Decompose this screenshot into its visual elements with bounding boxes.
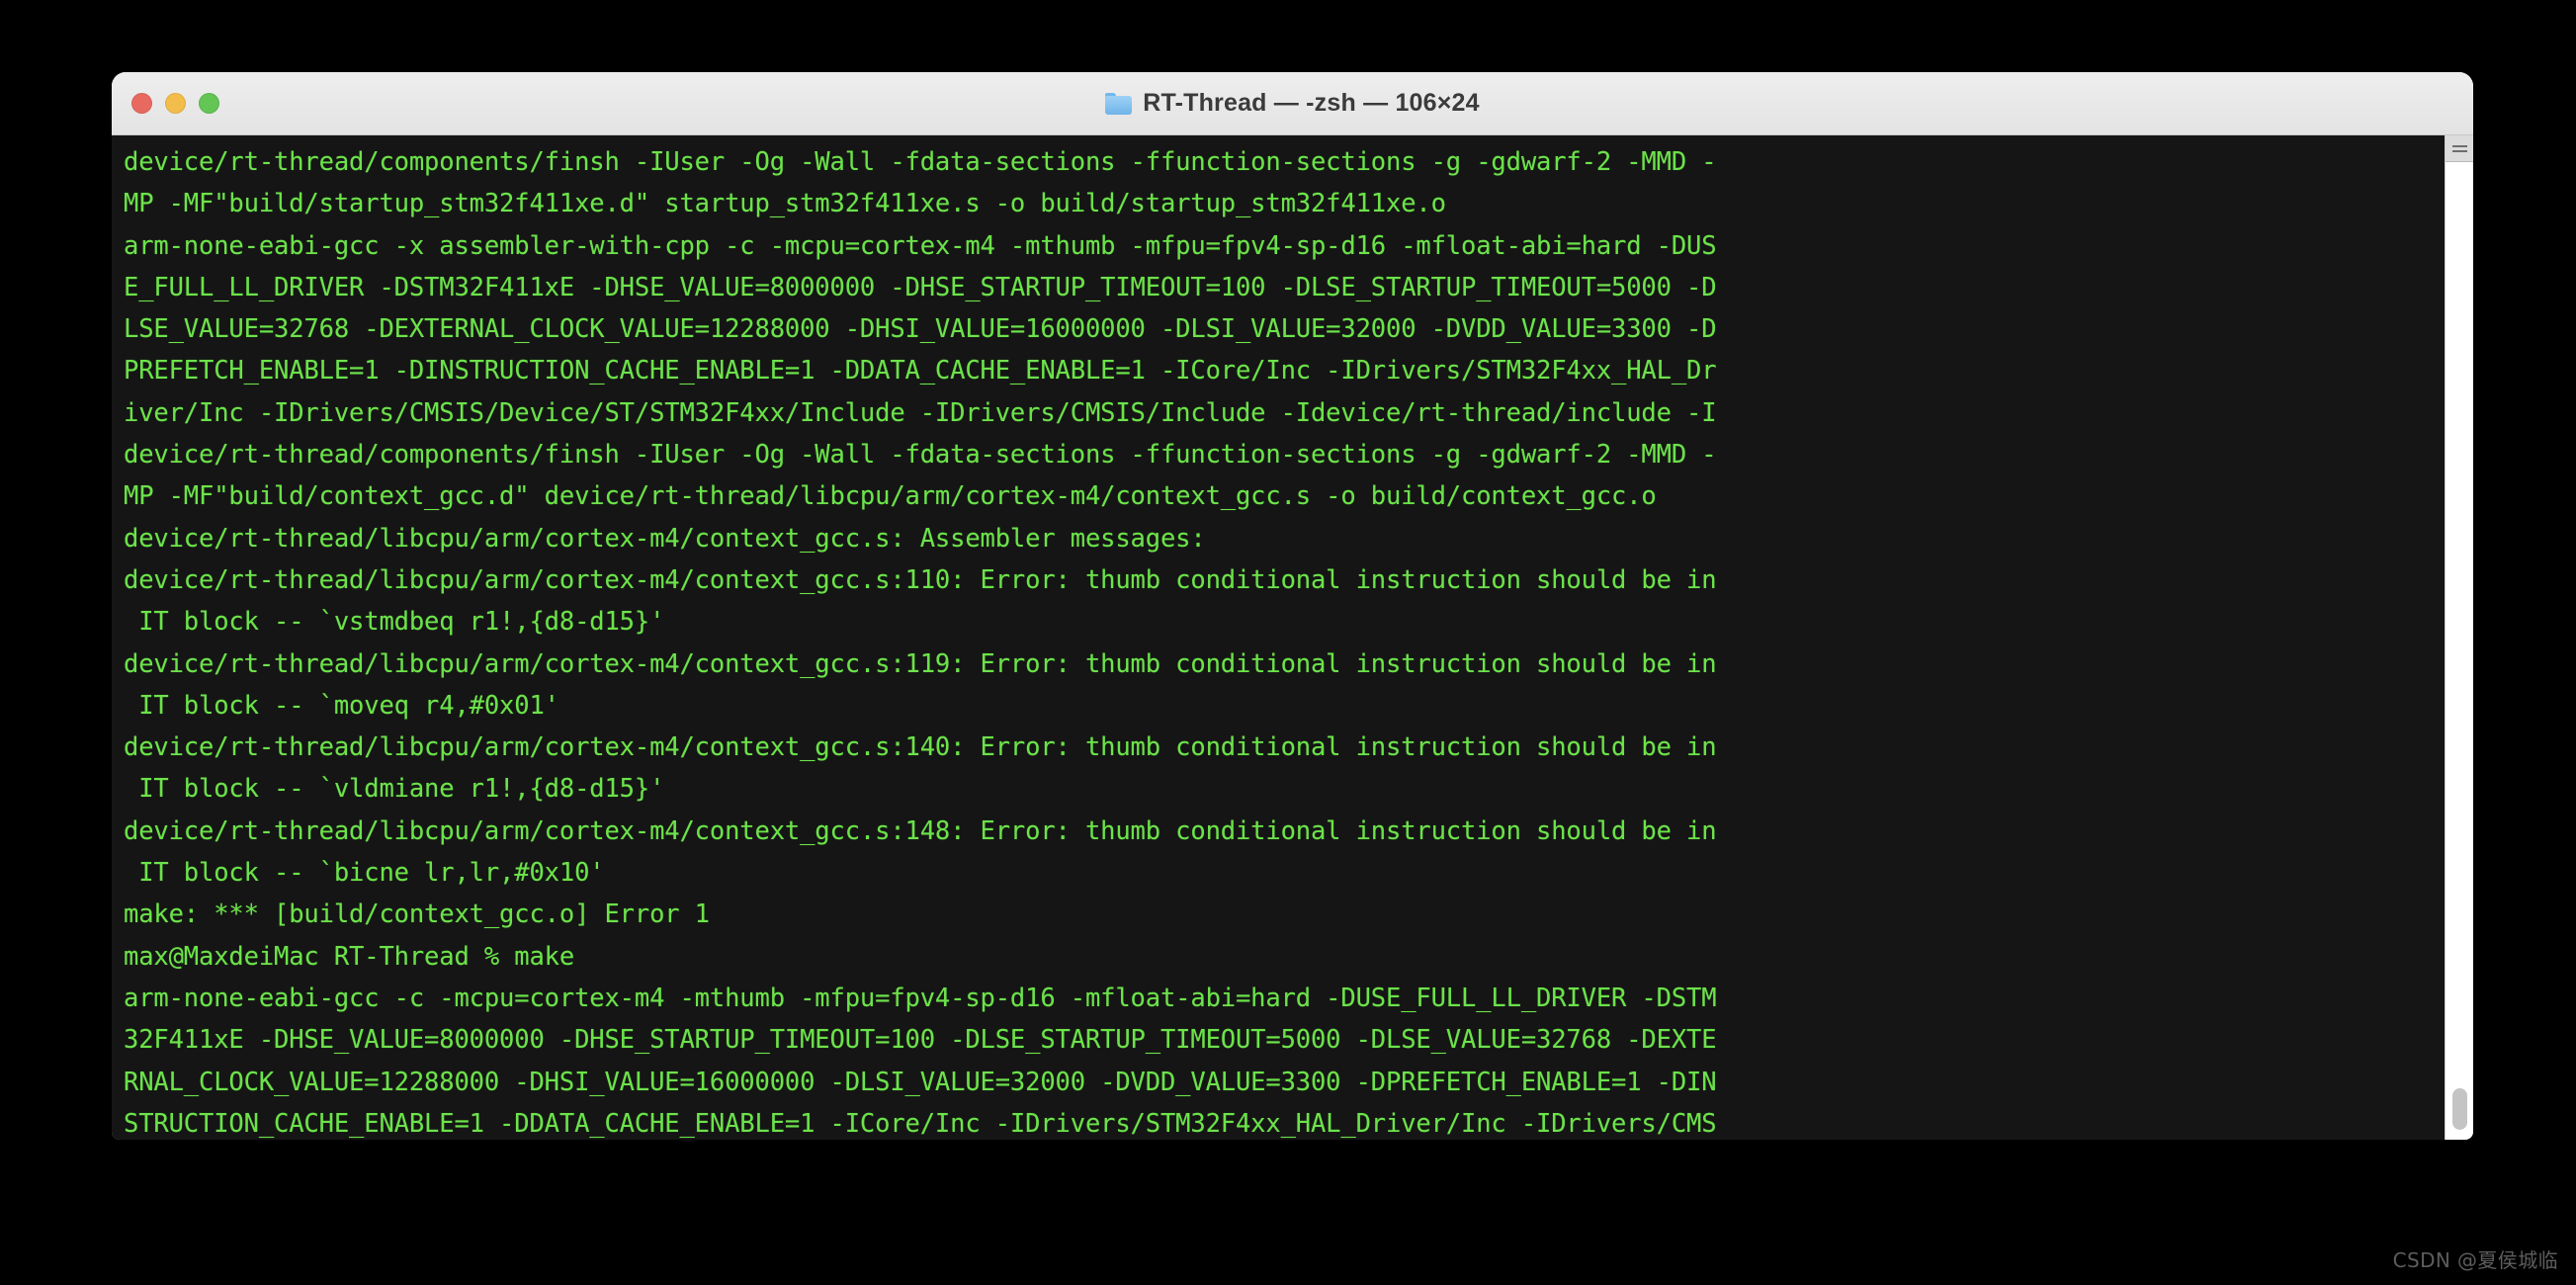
terminal-line: iver/Inc -IDrivers/CMSIS/Device/ST/STM32… bbox=[124, 397, 1717, 428]
terminal-line: IT block -- `moveq r4,#0x01' bbox=[124, 690, 559, 721]
scrollbar-thumb[interactable] bbox=[2452, 1088, 2467, 1130]
terminal-line: IT block -- `vldmiane r1!,{d8-d15}' bbox=[124, 774, 665, 805]
terminal-line: make: *** [build/context_gcc.o] Error 1 bbox=[124, 900, 710, 930]
terminal-line: IT block -- `bicne lr,lr,#0x10' bbox=[124, 858, 605, 889]
terminal-scrollbar[interactable] bbox=[2445, 135, 2473, 1140]
terminal-line: RNAL_CLOCK_VALUE=12288000 -DHSI_VALUE=16… bbox=[124, 1067, 1717, 1097]
terminal-line: device/rt-thread/libcpu/arm/cortex-m4/co… bbox=[124, 564, 1717, 595]
terminal-line: MP -MF"build/context_gcc.d" device/rt-th… bbox=[124, 481, 1657, 512]
terminal-line: device/rt-thread/libcpu/arm/cortex-m4/co… bbox=[124, 732, 1717, 763]
terminal-window[interactable]: RT-Thread — -zsh — 106×24 device/rt-thre… bbox=[112, 72, 2473, 1140]
maximize-window-button[interactable] bbox=[199, 93, 219, 114]
terminal-line: device/rt-thread/libcpu/arm/cortex-m4/co… bbox=[124, 815, 1717, 846]
window-controls bbox=[131, 72, 219, 134]
terminal-line: IT block -- `vstmdbeq r1!,{d8-d15}' bbox=[124, 607, 665, 638]
resize-grip-icon[interactable] bbox=[2446, 135, 2473, 162]
terminal-line: PREFETCH_ENABLE=1 -DINSTRUCTION_CACHE_EN… bbox=[124, 356, 1717, 386]
terminal-line: arm-none-eabi-gcc -c -mcpu=cortex-m4 -mt… bbox=[124, 983, 1717, 1013]
terminal-line: device/rt-thread/components/finsh -IUser… bbox=[124, 440, 1717, 471]
close-window-button[interactable] bbox=[131, 93, 152, 114]
terminal-line: device/rt-thread/libcpu/arm/cortex-m4/co… bbox=[124, 648, 1717, 679]
terminal-line: LSE_VALUE=32768 -DEXTERNAL_CLOCK_VALUE=1… bbox=[124, 314, 1717, 345]
folder-icon bbox=[1105, 92, 1133, 115]
terminal-output[interactable]: device/rt-thread/components/finsh -IUser… bbox=[112, 135, 2445, 1140]
terminal-line: device/rt-thread/libcpu/arm/cortex-m4/co… bbox=[124, 523, 1206, 554]
terminal-line: E_FULL_LL_DRIVER -DSTM32F411xE -DHSE_VAL… bbox=[124, 272, 1717, 302]
window-title-group: RT-Thread — -zsh — 106×24 bbox=[112, 89, 2473, 118]
terminal-line: MP -MF"build/startup_stm32f411xe.d" star… bbox=[124, 189, 1446, 219]
minimize-window-button[interactable] bbox=[165, 93, 186, 114]
window-title-bar[interactable]: RT-Thread — -zsh — 106×24 bbox=[112, 72, 2473, 135]
window-title: RT-Thread — -zsh — 106×24 bbox=[1143, 89, 1480, 117]
terminal-body[interactable]: device/rt-thread/components/finsh -IUser… bbox=[112, 135, 2473, 1140]
terminal-line: STRUCTION_CACHE_ENABLE=1 -DDATA_CACHE_EN… bbox=[124, 1108, 1717, 1139]
terminal-line: arm-none-eabi-gcc -x assembler-with-cpp … bbox=[124, 230, 1717, 261]
terminal-line: 32F411xE -DHSE_VALUE=8000000 -DHSE_START… bbox=[124, 1025, 1717, 1056]
watermark: CSDN @夏侯城临 bbox=[2392, 1248, 2558, 1272]
terminal-line: device/rt-thread/components/finsh -IUser… bbox=[124, 147, 1717, 177]
terminal-line: max@MaxdeiMac RT-Thread % make bbox=[124, 941, 575, 972]
